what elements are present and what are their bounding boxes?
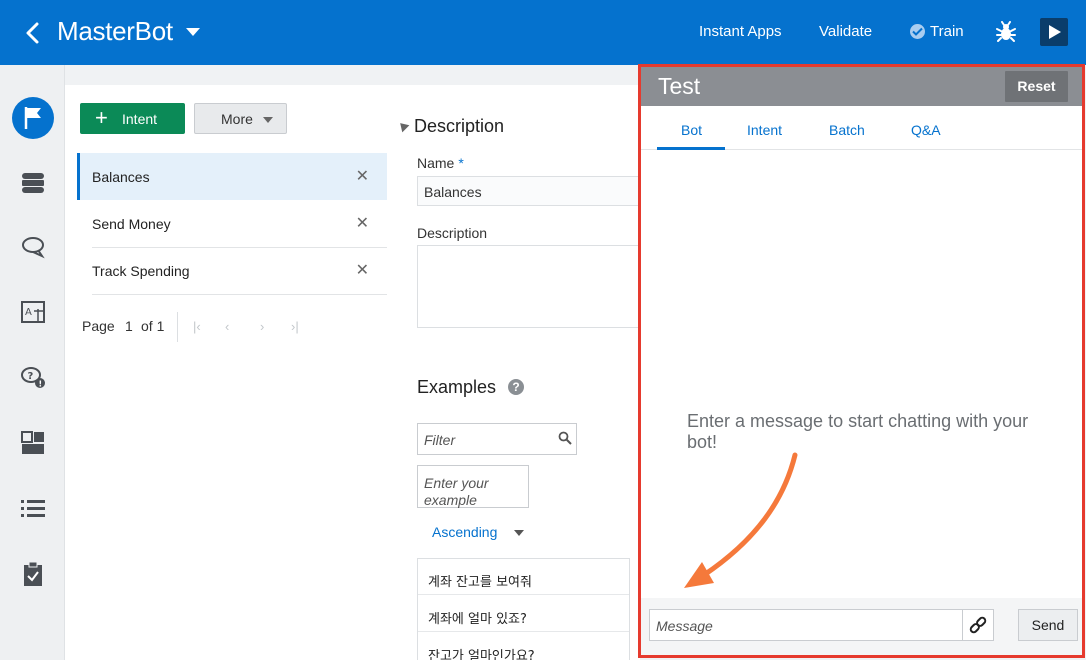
name-label-text: Name (417, 155, 455, 171)
svg-text:A: A (25, 307, 32, 318)
train-status-check-icon (910, 24, 925, 39)
help-icon[interactable]: ? (508, 379, 524, 395)
example-row[interactable]: 잔고가 얼마인가요? (418, 633, 629, 660)
first-page-icon[interactable]: |‹ (193, 319, 201, 334)
preview-play-button[interactable] (1040, 18, 1068, 46)
intent-item-track-spending[interactable]: Track Spending ✕ (77, 247, 387, 294)
train-link[interactable]: Train (930, 23, 964, 40)
validate-link[interactable]: Validate (819, 23, 872, 40)
example-row[interactable]: 계좌 잔고를 보여줘 (418, 559, 629, 595)
back-chevron-icon[interactable] (22, 21, 44, 45)
examples-filter-input[interactable]: Filter (417, 423, 577, 455)
pager-current-page[interactable]: 1 (125, 318, 133, 334)
intent-item-balances[interactable]: Balances ✕ (77, 153, 387, 200)
pager-divider (177, 312, 178, 342)
components-icon[interactable] (19, 429, 47, 457)
faq-help-icon[interactable]: ? ! (19, 363, 47, 391)
svg-text:!: ! (39, 380, 43, 389)
resource-bundles-icon[interactable]: A (19, 298, 47, 326)
intents-flag-icon[interactable] (12, 97, 54, 139)
examples-heading: Examples (417, 377, 497, 397)
intent-item-label: Send Money (92, 216, 171, 232)
new-example-input[interactable]: Enter your example (417, 465, 529, 508)
add-intent-label: Intent (122, 111, 158, 127)
quality-clipboard-icon[interactable] (19, 560, 47, 588)
add-intent-button[interactable]: + Intent (80, 103, 185, 134)
plus-icon: + (95, 105, 108, 130)
delete-intent-icon[interactable]: ✕ (356, 213, 369, 233)
instant-apps-link[interactable]: Instant Apps (699, 23, 782, 40)
description-section-heading[interactable]: Description (414, 116, 504, 137)
delete-intent-icon[interactable]: ✕ (356, 260, 369, 280)
svg-text:?: ? (28, 371, 34, 382)
pager-page-label: Page (82, 318, 115, 334)
example-row[interactable]: 계좌에 얼마 있죠? (418, 596, 629, 632)
insights-list-icon[interactable] (19, 495, 47, 523)
bot-switcher-caret-icon[interactable] (186, 28, 200, 36)
name-field-label: Name * (417, 155, 464, 171)
left-nav-rail: A ? ! (0, 65, 65, 660)
next-page-icon[interactable]: › (260, 319, 264, 334)
chevron-down-icon (263, 117, 273, 123)
more-label: More (221, 111, 253, 127)
intent-name-input[interactable]: Balances (417, 176, 640, 206)
chevron-down-icon[interactable] (514, 530, 524, 536)
intent-item-label: Balances (92, 169, 150, 185)
pager-total: of 1 (141, 318, 165, 334)
bot-title[interactable]: MasterBot (57, 16, 173, 47)
sort-order-select[interactable]: Ascending (432, 524, 497, 540)
description-field-label: Description (417, 225, 488, 241)
intent-item-send-money[interactable]: Send Money ✕ (77, 200, 387, 247)
previous-page-icon[interactable]: ‹ (225, 319, 229, 334)
intent-divider (92, 294, 387, 295)
entities-database-icon[interactable] (19, 169, 47, 197)
debug-bug-icon[interactable] (995, 21, 1017, 43)
last-page-icon[interactable]: ›| (291, 319, 299, 334)
flows-chat-icon[interactable] (19, 233, 47, 261)
intent-item-label: Track Spending (92, 263, 190, 279)
app-header: MasterBot Instant Apps Validate Train (0, 0, 1086, 65)
search-icon[interactable] (558, 431, 572, 445)
required-marker: * (458, 155, 464, 171)
examples-list: 계좌 잔고를 보여줘 계좌에 얼마 있죠? 잔고가 얼마인가요? (417, 558, 630, 660)
highlight-outline (638, 64, 1085, 658)
delete-intent-icon[interactable]: ✕ (356, 166, 369, 186)
description-textarea[interactable] (417, 245, 640, 328)
more-menu-button[interactable]: More (194, 103, 287, 134)
